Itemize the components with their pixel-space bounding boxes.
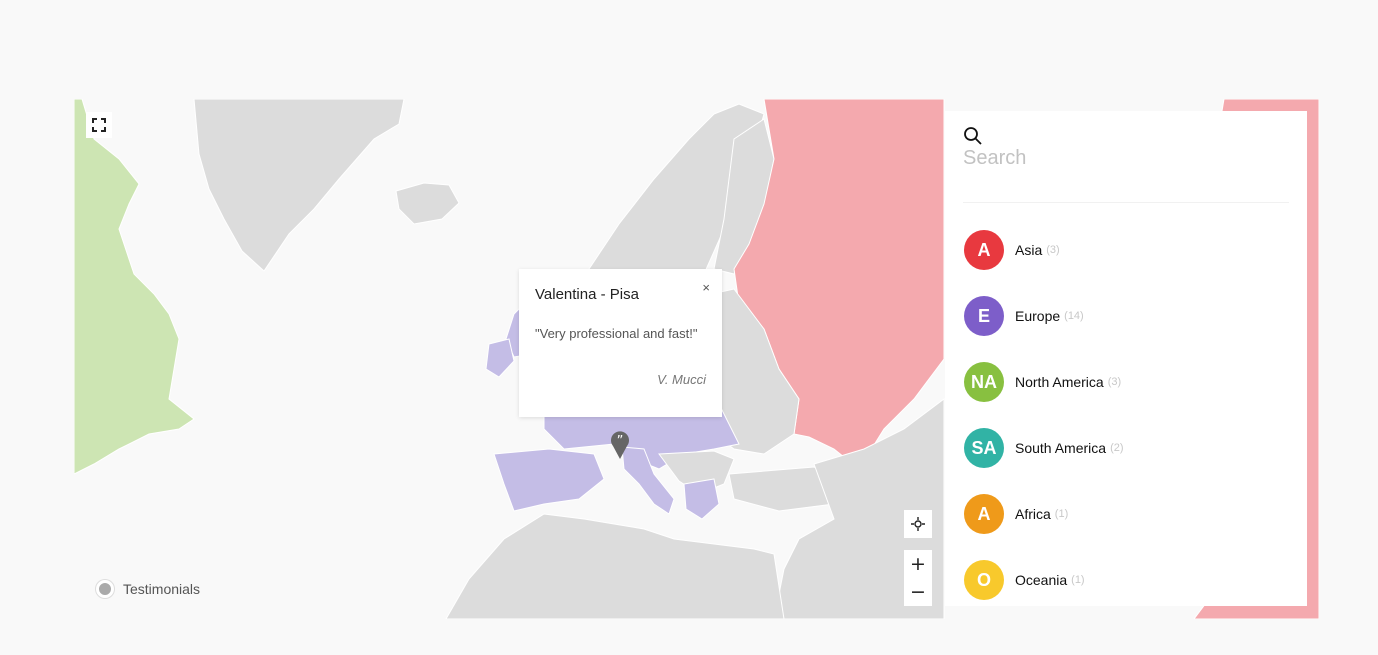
region-name: Europe [1015, 308, 1061, 324]
region-item-asia[interactable]: A Asia (3) [964, 217, 1124, 283]
region-item-europe[interactable]: E Europe (14) [964, 283, 1124, 349]
zoom-controls: + − [904, 550, 932, 606]
region-count: (3) [1046, 244, 1060, 256]
fullscreen-button[interactable] [86, 112, 112, 138]
region-item-africa[interactable]: A Africa (1) [964, 481, 1124, 547]
quote-marker-icon[interactable]: ” [609, 430, 631, 460]
region-name: Africa [1015, 506, 1051, 522]
country-canada[interactable] [74, 99, 195, 475]
country-north-africa[interactable] [445, 513, 785, 619]
region-list: A Asia (3) E Europe (14) NA North America (3) SA S… [964, 217, 1124, 613]
svg-text:”: ” [617, 434, 624, 449]
region-name: North America [1015, 374, 1104, 390]
popup-author: V. Mucci [657, 372, 706, 387]
zoom-in-button[interactable]: + [904, 550, 932, 578]
recenter-button[interactable] [904, 510, 932, 538]
region-badge: NA [964, 362, 1004, 402]
region-name: South America [1015, 440, 1107, 456]
region-badge: A [964, 494, 1004, 534]
fullscreen-icon [92, 118, 106, 132]
region-badge: O [964, 560, 1004, 600]
region-item-north-america[interactable]: NA North America (3) [964, 349, 1124, 415]
country-greenland[interactable] [193, 99, 405, 272]
zoom-out-button[interactable]: − [904, 578, 932, 606]
region-count: (3) [1107, 376, 1122, 388]
popup-quote: "Very professional and fast!" [535, 326, 698, 341]
legend-dot-icon [96, 580, 114, 598]
popup-title: Valentina - Pisa [535, 286, 639, 303]
region-count: (2) [1110, 442, 1124, 454]
legend-label: Testimonials [123, 581, 201, 597]
region-panel: AAsia(3)EEurope(14)NANorth America(3)SAS… [945, 111, 1307, 606]
testimonial-popup: Valentina - Pisa × "Very professional an… [519, 269, 722, 417]
region-badge: E [964, 296, 1004, 336]
country-ireland[interactable] [485, 338, 515, 378]
country-greece[interactable] [683, 478, 720, 520]
region-badge: SA [964, 428, 1004, 468]
search-icon [964, 127, 982, 145]
region-item-oceania[interactable]: O Oceania (1) [964, 547, 1124, 613]
region-count: (1) [1071, 574, 1085, 586]
region-count: (14) [1064, 310, 1084, 322]
region-count: (1) [1054, 508, 1069, 520]
region-badge: A [964, 230, 1004, 270]
region-name: Oceania [1015, 572, 1068, 588]
popup-close-button[interactable]: × [702, 280, 710, 295]
region-item-south-america[interactable]: SA South America (2) [964, 415, 1124, 481]
testimonial-marker[interactable]: ” [609, 430, 631, 460]
map-legend[interactable]: Testimonials [96, 580, 200, 598]
country-spain[interactable] [493, 448, 605, 512]
search-divider [963, 202, 1289, 203]
recenter-icon [911, 517, 925, 531]
country-iceland[interactable] [395, 182, 460, 225]
search-input[interactable] [963, 147, 1283, 170]
region-name: Asia [1015, 242, 1043, 258]
